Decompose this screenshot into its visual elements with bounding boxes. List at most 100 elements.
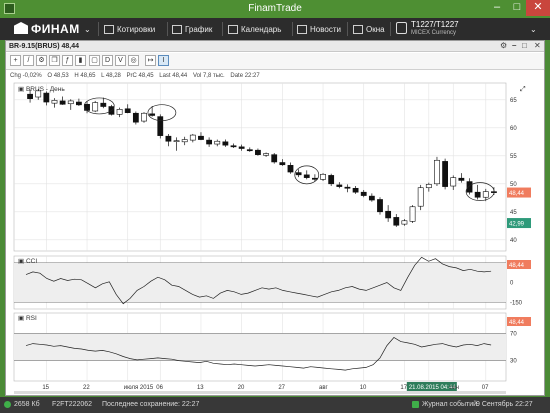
period-d-button[interactable]: D: [102, 55, 113, 66]
news-icon: [297, 24, 307, 34]
candle-body: [43, 92, 50, 103]
candle-body: [246, 149, 253, 152]
candle-body: [320, 173, 326, 180]
chart-type-tool-icon[interactable]: ▮: [75, 55, 86, 66]
account-selector[interactable]: T1227/T1227 MICEX Currency: [411, 20, 459, 38]
toolbar-divider: [347, 22, 348, 36]
chart-settings-icon[interactable]: ⚙: [500, 41, 507, 50]
calendar-icon: [228, 24, 238, 34]
candle-body: [51, 100, 58, 104]
candle-body: [222, 141, 229, 146]
toolbar-chart-label: График: [185, 24, 213, 34]
candle-body: [100, 102, 107, 107]
crosshair-tool-icon[interactable]: +: [10, 55, 21, 66]
candle-body: [255, 149, 261, 155]
cci-value-label: 48,44: [509, 263, 525, 269]
candle-body: [425, 184, 432, 189]
toolbar-calendar[interactable]: Календарь: [228, 18, 281, 40]
ohlc-readout: Chg -0,02% O 48,53 H 48,65 L 48,28 PrC 4…: [6, 71, 544, 81]
indicator-tool-icon[interactable]: ƒ: [62, 55, 73, 66]
app-window: FinamTrade – □ ✕ ФИНАМ ⌄ Котировки Графи…: [0, 0, 550, 413]
candle-body: [474, 191, 481, 198]
x-tick-label: июля 2015: [124, 385, 154, 391]
rsi-band: [14, 333, 506, 361]
candle-body: [442, 161, 449, 187]
ohlc-open: O 48,53: [47, 73, 69, 79]
price-y-tick: 40: [510, 238, 517, 244]
finam-logo: ФИНАМ: [14, 22, 80, 36]
candle-body: [27, 93, 33, 99]
window-title: FinamTrade: [248, 3, 302, 14]
compare-tool-icon[interactable]: ◎: [128, 55, 139, 66]
candle-body: [434, 159, 440, 185]
chart-window: BR-9.15(BRUS) 48,44 ⚙ – □ ✕ + / ⚙ ❐ ƒ ▮ …: [5, 40, 545, 396]
volume-toggle-button[interactable]: V: [115, 55, 126, 66]
candle-body: [124, 108, 131, 113]
maximize-button[interactable]: □: [506, 0, 528, 16]
candle-body: [165, 135, 172, 142]
toolbar-news[interactable]: Новости: [297, 18, 341, 40]
price-y-tick: 65: [510, 98, 517, 104]
candle-body: [328, 175, 335, 185]
candle-body: [368, 195, 375, 201]
logo-text: ФИНАМ: [31, 22, 80, 36]
candle-body: [385, 210, 392, 219]
period-day-button[interactable]: ▢: [89, 55, 100, 66]
account-chevron-icon[interactable]: ⌄: [530, 18, 537, 40]
candle-body: [84, 103, 90, 111]
draw-tool-icon[interactable]: /: [23, 55, 34, 66]
candle-body: [450, 177, 457, 187]
candle-body: [303, 174, 310, 178]
menu-chevron-icon[interactable]: ⌄: [84, 18, 91, 40]
ohlc-low: L 48,28: [101, 73, 121, 79]
candle-body: [141, 112, 147, 122]
candle-body: [206, 139, 213, 145]
chart-minimize-button[interactable]: –: [512, 41, 516, 50]
status-saved: Последнее сохранение: 22:27: [102, 401, 200, 408]
status-f2: F2FT222062: [52, 401, 93, 408]
toolbar-chart[interactable]: График: [172, 18, 212, 40]
chart-scrollbar: [14, 391, 506, 394]
settings-tool-icon[interactable]: ⚙: [36, 55, 47, 66]
price-chart[interactable]: 15 22 июля 2015 06 13 20 27 авг 10 17 21.08.2015 0…: [6, 81, 544, 395]
price-y-tick: 50: [510, 182, 517, 188]
cci-band: [14, 262, 506, 303]
copy-tool-icon[interactable]: ❐: [49, 55, 60, 66]
price-y-tick: 55: [510, 154, 517, 160]
status-bar: 2658 Кб F2FT222062 Последнее сохранение:…: [0, 397, 550, 413]
ohlc-last: Last 48,44: [159, 73, 188, 79]
cci-pane-title: ▣ CCI: [18, 258, 37, 265]
candle-body: [75, 101, 82, 106]
main-toolbar: ФИНАМ ⌄ Котировки График Календарь Новос…: [0, 18, 550, 40]
scroll-end-button[interactable]: ↦: [145, 55, 156, 66]
minimize-button[interactable]: –: [486, 0, 508, 16]
toolbar-divider: [222, 22, 223, 36]
toolbar-divider: [292, 22, 293, 36]
x-tick-label: 15: [42, 385, 49, 391]
rsi-value-label: 48,44: [509, 320, 525, 326]
journal-link[interactable]: Журнал событий: [422, 401, 477, 408]
chart-close-button[interactable]: ✕: [534, 41, 541, 50]
connection-status-icon: [4, 401, 11, 408]
rsi-pane-title: ▣ RSI: [18, 315, 37, 322]
cursor-tool-button[interactable]: I: [158, 55, 169, 66]
candle-body: [230, 145, 237, 148]
chart-icon: [172, 24, 182, 34]
x-tick-label: 10: [360, 385, 367, 391]
candle-body: [287, 165, 294, 173]
ohlc-volume: Vol 7,8 тыс.: [192, 73, 225, 79]
candle-body: [116, 109, 123, 115]
close-button[interactable]: ✕: [526, 0, 550, 16]
chart-maximize-button[interactable]: □: [522, 41, 527, 50]
finam-logo-icon: [14, 22, 28, 34]
candle-body: [59, 100, 66, 105]
toolbar-windows[interactable]: Окна: [353, 18, 385, 40]
candle-body: [238, 146, 245, 149]
expand-pane-icon: ⤢: [520, 86, 526, 93]
toolbar-news-label: Новости: [310, 24, 341, 34]
candle-body: [271, 154, 278, 163]
candle-body: [352, 187, 359, 193]
toolbar-quotes[interactable]: Котировки: [104, 18, 155, 40]
account-icon: [396, 22, 407, 34]
chart-toolbar: + / ⚙ ❐ ƒ ▮ ▢ D V ◎ ↦ I: [6, 53, 544, 70]
